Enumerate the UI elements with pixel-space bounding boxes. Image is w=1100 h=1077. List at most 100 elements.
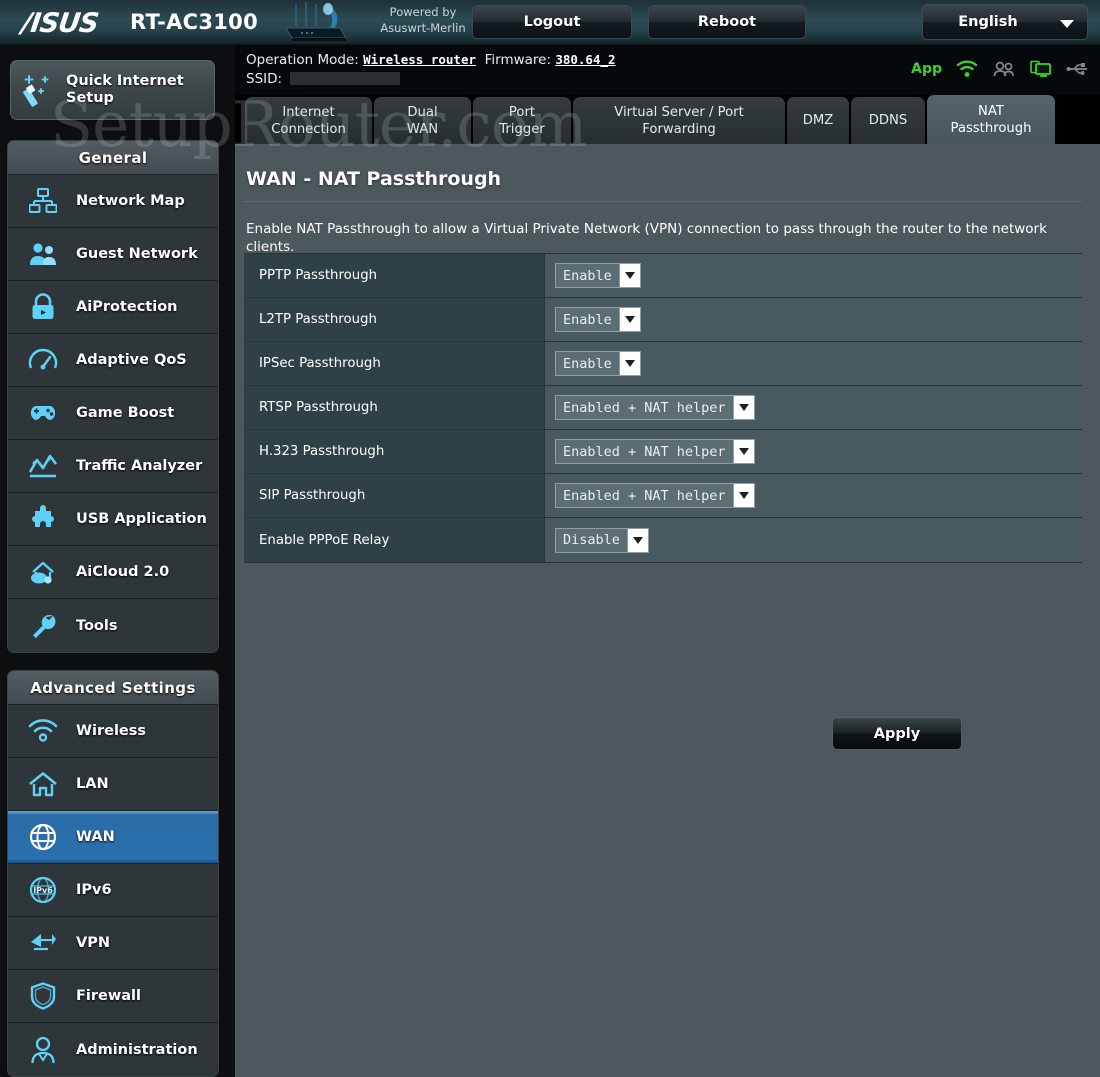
ipsec-passthrough-select[interactable]: Enable (555, 351, 641, 376)
sidebar-item-vpn[interactable]: VPN (8, 917, 218, 970)
quick-internet-setup-label: Quick Internet Setup (66, 73, 206, 107)
tab-dual-wan[interactable]: Dual WAN (374, 97, 471, 144)
tab-port-trigger-label: Port Trigger (499, 104, 545, 137)
magic-wand-icon (23, 75, 49, 107)
sidebar-group-advanced-title: Advanced Settings (8, 671, 218, 705)
l2tp-passthrough-select[interactable]: Enable (555, 307, 641, 332)
tab-dmz-label: DMZ (802, 113, 834, 128)
tab-ddns-label: DDNS (868, 113, 908, 128)
ipv6-globe-icon: IPv6 (26, 873, 60, 907)
shield-icon (26, 979, 60, 1013)
table-row: SIP Passthrough Enabled + NAT helper (244, 474, 1082, 518)
row-control-ipsec: Enable (545, 342, 1082, 385)
sidebar-item-traffic-analyzer[interactable]: Traffic Analyzer (8, 440, 218, 493)
h323-passthrough-select[interactable]: Enabled + NAT helper (555, 439, 755, 464)
app-badge[interactable]: App (911, 61, 942, 77)
guest-network-icon[interactable] (992, 60, 1016, 78)
table-row: H.323 Passthrough Enabled + NAT helper (244, 430, 1082, 474)
language-selector[interactable]: English (922, 4, 1088, 40)
ssid-label: SSID: (246, 71, 283, 87)
sidebar-item-wan-label: WAN (76, 829, 115, 845)
ipsec-passthrough-value: Enable (563, 355, 612, 372)
tab-nat-passthrough[interactable]: NAT Passthrough (927, 95, 1055, 144)
network-map-icon (26, 184, 60, 218)
sidebar-item-tools-label: Tools (76, 617, 118, 634)
sidebar-item-ipv6-label: IPv6 (76, 882, 112, 898)
sidebar-group-general-title: General (8, 141, 218, 175)
sidebar-item-adaptive-qos[interactable]: Adaptive QoS (8, 334, 218, 387)
row-control-sip: Enabled + NAT helper (545, 474, 1082, 517)
chevron-down-icon (732, 484, 754, 507)
sidebar-item-game-boost[interactable]: Game Boost (8, 387, 218, 440)
sidebar-item-guest-network-label: Guest Network (76, 246, 198, 262)
l2tp-passthrough-value: Enable (563, 311, 612, 328)
chart-icon (26, 449, 60, 483)
sidebar-item-aiprotection-label: AiProtection (76, 299, 178, 315)
content-panel: WAN - NAT Passthrough Enable NAT Passthr… (235, 144, 1100, 1077)
pptp-passthrough-select[interactable]: Enable (555, 263, 641, 288)
sidebar-item-usb-application-label: USB Application (76, 511, 207, 527)
sip-passthrough-value: Enabled + NAT helper (563, 487, 726, 504)
sidebar-group-advanced-settings: Advanced Settings Wireless LAN WAN IPv6 … (7, 670, 219, 1077)
chevron-down-icon (1060, 20, 1074, 28)
operation-mode-value[interactable]: Wireless router (363, 52, 476, 67)
sip-passthrough-select[interactable]: Enabled + NAT helper (555, 483, 755, 508)
status-icon-tray: App (911, 60, 1088, 78)
connected-devices-icon[interactable] (1030, 60, 1052, 78)
tab-virtual-server-port-forwarding[interactable]: Virtual Server / Port Forwarding (573, 97, 785, 144)
table-row: Enable PPPoE Relay Disable (244, 518, 1082, 562)
pppoe-relay-select[interactable]: Disable (555, 527, 649, 553)
table-row: IPSec Passthrough Enable (244, 342, 1082, 386)
logout-button[interactable]: Logout (472, 5, 632, 39)
tab-port-trigger[interactable]: Port Trigger (473, 97, 571, 144)
wifi-icon[interactable] (956, 60, 978, 78)
sidebar-item-firewall[interactable]: Firewall (8, 970, 218, 1023)
language-selector-value: English (958, 14, 1018, 30)
page-description: Enable NAT Passthrough to allow a Virtua… (246, 221, 1047, 255)
cloud-home-icon (26, 555, 60, 589)
tab-internet-connection[interactable]: Internet Connection (245, 97, 372, 144)
nat-passthrough-settings-table: PPTP Passthrough Enable L2TP Passthrough… (244, 253, 1082, 563)
tab-dmz[interactable]: DMZ (787, 97, 849, 144)
page-title: WAN - NAT Passthrough (246, 168, 502, 190)
reboot-button[interactable]: Reboot (648, 5, 806, 39)
ssid-info: SSID: (246, 71, 401, 87)
sidebar-item-guest-network[interactable]: Guest Network (8, 228, 218, 281)
ssid-value (290, 72, 401, 85)
tab-ddns[interactable]: DDNS (851, 97, 925, 144)
sidebar-item-aicloud[interactable]: AiCloud 2.0 (8, 546, 218, 599)
row-label-rtsp: RTSP Passthrough (244, 386, 545, 429)
row-label-ipsec: IPSec Passthrough (244, 342, 545, 385)
powered-by-line1: Powered by (389, 5, 457, 19)
gamepad-icon (26, 396, 60, 430)
apply-button[interactable]: Apply (832, 717, 962, 750)
sidebar-item-administration[interactable]: Administration (8, 1023, 218, 1076)
chevron-down-icon (626, 528, 648, 552)
vpn-key-icon (26, 926, 60, 960)
chevron-down-icon (618, 264, 640, 287)
pptp-passthrough-value: Enable (563, 267, 612, 284)
table-row: RTSP Passthrough Enabled + NAT helper (244, 386, 1082, 430)
rtsp-passthrough-select[interactable]: Enabled + NAT helper (555, 395, 755, 420)
quick-internet-setup-button[interactable]: Quick Internet Setup (10, 60, 215, 120)
gauge-icon (26, 343, 60, 377)
usb-icon[interactable] (1066, 61, 1088, 77)
sidebar-item-aiprotection[interactable]: AiProtection (8, 281, 218, 334)
sidebar-item-usb-application[interactable]: USB Application (8, 493, 218, 546)
sidebar-item-lan[interactable]: LAN (8, 758, 218, 811)
sidebar-item-aicloud-label: AiCloud 2.0 (76, 564, 170, 580)
router-admin-page: /ISUS RT-AC3100 Powered by Asuswrt-Merli… (0, 0, 1100, 1077)
row-label-h323: H.323 Passthrough (244, 430, 545, 473)
operation-mode-info: Operation Mode: Wireless router Firmware… (246, 52, 616, 68)
sidebar-item-ipv6[interactable]: IPv6 IPv6 (8, 864, 218, 917)
row-label-l2tp: L2TP Passthrough (244, 298, 545, 341)
sidebar-item-tools[interactable]: Tools (8, 599, 218, 652)
sidebar-item-network-map[interactable]: Network Map (8, 175, 218, 228)
row-label-pptp: PPTP Passthrough (244, 254, 545, 297)
globe-icon (26, 820, 60, 854)
firmware-version-value[interactable]: 380.64_2 (555, 52, 615, 67)
sidebar-item-wan[interactable]: WAN (8, 811, 218, 864)
wan-tab-strip: Internet Connection Dual WAN Port Trigger V… (235, 95, 1100, 144)
sidebar-item-wireless[interactable]: Wireless (8, 705, 218, 758)
asus-logo: /ISUS (19, 8, 100, 39)
